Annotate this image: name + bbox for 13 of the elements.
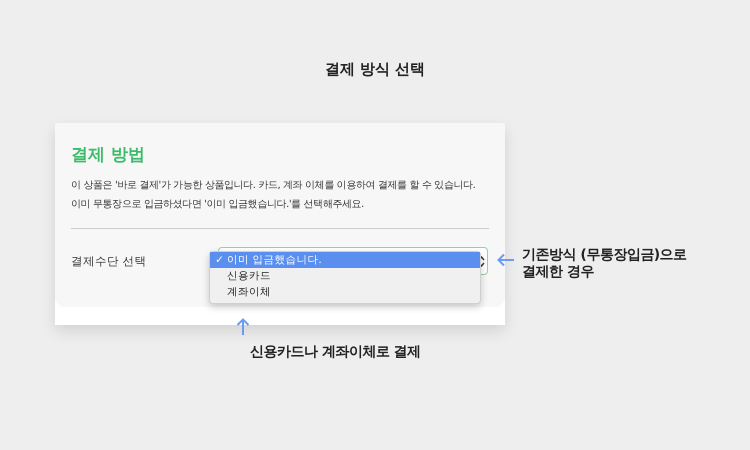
- description-text: 이 상품은 '바로 결제'가 가능한 상품입니다. 카드, 계좌 이체를 이용하여 결제를 할 수 있습니다.: [71, 179, 476, 193]
- annotation-text: 신용카드나 계좌이체로 결제: [250, 343, 421, 361]
- menu-option[interactable]: 계좌이체: [210, 284, 480, 300]
- section-heading: 결제 방법: [71, 144, 146, 166]
- description-text: 이미 무통장으로 입금하셨다면 '이미 입금했습니다.'를 선택해주세요.: [71, 198, 364, 212]
- page-title: 결제 방식 선택: [324, 60, 426, 79]
- annotation-text: 결제한 경우: [522, 264, 595, 281]
- up-arrow-icon: [236, 318, 250, 336]
- check-icon: ✓: [215, 254, 224, 266]
- left-arrow-icon: [497, 253, 515, 267]
- field-label: 결제수단 선택: [71, 254, 147, 268]
- annotation-text: 기존방식 (무통장입금)으로: [522, 247, 687, 264]
- menu-option[interactable]: 신용카드: [210, 268, 480, 284]
